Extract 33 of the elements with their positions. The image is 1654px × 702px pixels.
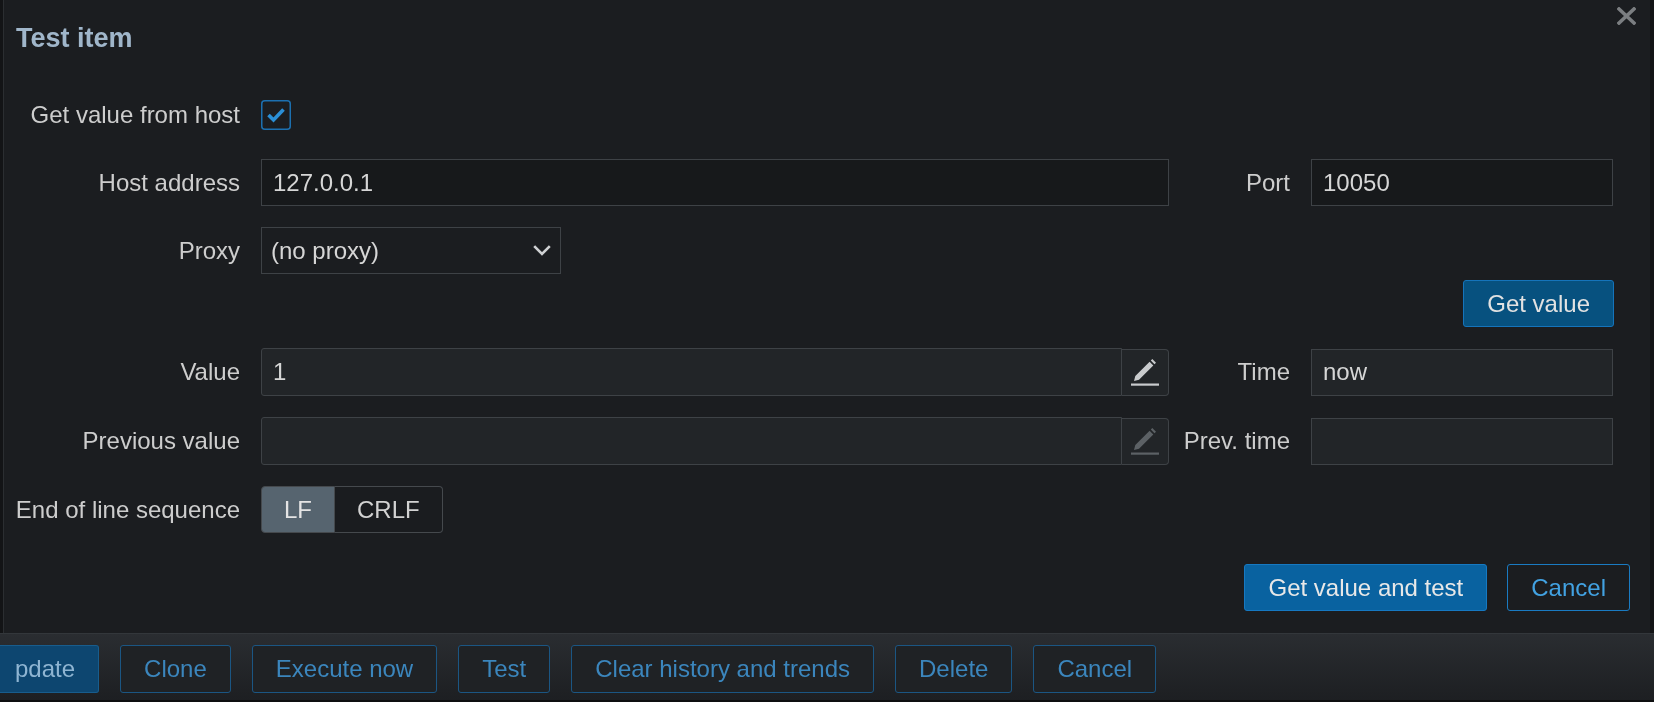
checkbox[interactable] (261, 100, 291, 130)
action-button[interactable]: Delete (895, 645, 1013, 693)
field-label: End of line sequence (14, 495, 240, 524)
field-label: Value (179, 358, 240, 386)
input-field[interactable]: 10050 (1311, 159, 1613, 206)
action-button[interactable]: Test (458, 645, 551, 693)
action-button[interactable]: pdate (0, 645, 100, 693)
input-field[interactable]: 1 (261, 348, 1122, 396)
dialog-title: Test item (16, 22, 133, 54)
field-label: Host address (97, 168, 240, 197)
field-label: Previous value (81, 427, 240, 455)
field-label: Port (1245, 168, 1290, 197)
action-button[interactable]: Clone (120, 645, 231, 693)
close-icon[interactable] (1617, 7, 1636, 25)
input-field[interactable]: 127.0.0.1 (261, 159, 1169, 206)
dropdown[interactable]: (no proxy) (261, 227, 561, 274)
action-button[interactable]: Execute now (251, 645, 438, 693)
segment-button[interactable]: LF (261, 486, 335, 533)
field-label: Get value from host (29, 101, 240, 129)
action-button[interactable]: Cancel (1033, 645, 1157, 693)
chevron-down-icon (533, 245, 551, 256)
dialog-button[interactable]: Cancel (1507, 564, 1630, 611)
dialog-button[interactable]: Get value and test (1244, 564, 1488, 611)
get-value-button[interactable]: Get value (1463, 280, 1614, 327)
edit-button[interactable] (1122, 348, 1169, 396)
field-label: Proxy (177, 236, 240, 265)
segment-button[interactable]: CRLF (335, 486, 443, 533)
input-field[interactable]: now (1311, 348, 1613, 396)
input-field[interactable] (261, 417, 1122, 465)
field-label: Time (1236, 358, 1290, 386)
input-field[interactable] (1311, 417, 1613, 465)
field-label: Prev. time (1182, 427, 1290, 455)
action-button[interactable]: Clear history and trends (571, 645, 874, 693)
